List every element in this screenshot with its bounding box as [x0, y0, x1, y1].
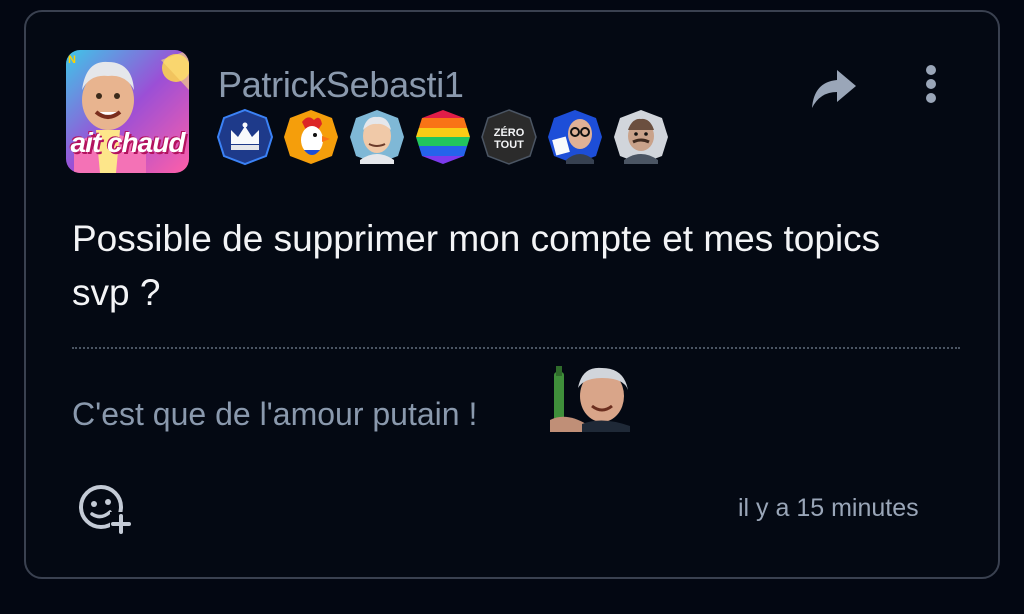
rooster-badge[interactable]: [282, 108, 340, 166]
share-arrow-icon[interactable]: [810, 66, 858, 110]
zero-tout-badge[interactable]: ZÉRO TOUT: [480, 108, 538, 166]
more-options-icon[interactable]: [916, 62, 946, 106]
crown-badge[interactable]: [216, 108, 274, 166]
harold-badge[interactable]: [348, 108, 406, 166]
avatar-corner-text: N: [68, 54, 76, 66]
zero-tout-text-1: ZÉRO: [494, 126, 525, 139]
zero-tout-text-2: TOUT: [494, 139, 524, 151]
man-glasses-badge[interactable]: [546, 108, 604, 166]
avatar[interactable]: N ait chaud: [66, 50, 189, 173]
author-username[interactable]: PatrickSebasti1: [218, 64, 464, 106]
post-card: N ait chaud PatrickSebasti1 ZÉRO TOUT Po…: [24, 10, 1000, 579]
add-reaction-icon[interactable]: [76, 482, 134, 536]
sketch-face-badge[interactable]: [612, 108, 670, 166]
rainbow-badge[interactable]: [414, 108, 472, 166]
post-message: Possible de supprimer mon compte et mes …: [72, 218, 881, 313]
beer-man-sticker: [550, 366, 630, 432]
post-timestamp: il y a 15 minutes: [738, 494, 919, 522]
signature-divider: [72, 347, 960, 349]
post-signature: C'est que de l'amour putain !: [72, 396, 478, 432]
avatar-caption: ait chaud: [70, 127, 186, 158]
